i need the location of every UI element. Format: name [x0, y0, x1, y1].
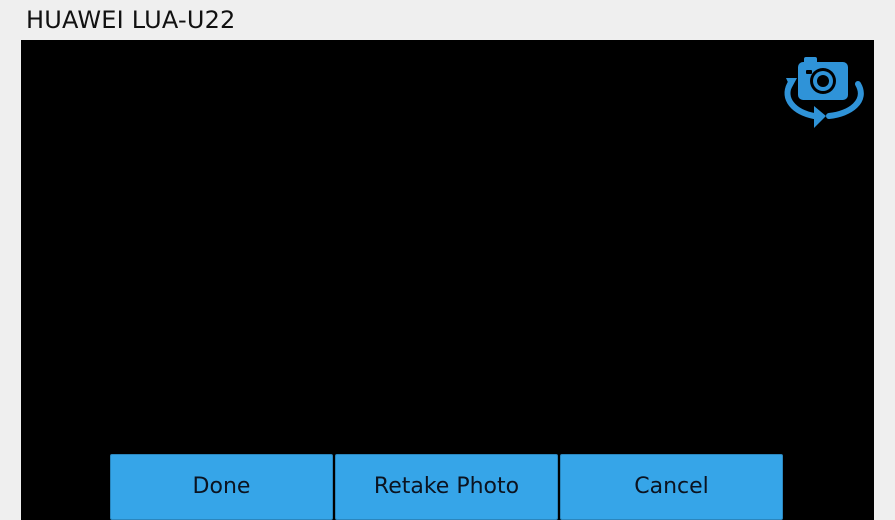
- retake-photo-button[interactable]: Retake Photo: [335, 454, 558, 520]
- photo-action-bar: Done Retake Photo Cancel: [110, 454, 785, 520]
- switch-camera-icon: [784, 57, 864, 128]
- window-title: HUAWEI LUA-U22: [26, 6, 236, 34]
- cancel-button[interactable]: Cancel: [560, 454, 783, 520]
- done-button[interactable]: Done: [110, 454, 333, 520]
- title-bar: HUAWEI LUA-U22: [0, 0, 895, 40]
- app-window: HUAWEI LUA-U22 Done Retake Photo Cancel: [0, 0, 895, 520]
- camera-preview: Done Retake Photo Cancel: [21, 40, 874, 520]
- switch-camera-button[interactable]: [784, 54, 864, 128]
